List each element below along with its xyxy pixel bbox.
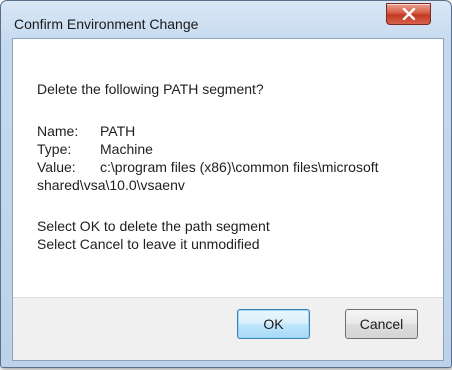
close-icon bbox=[402, 8, 415, 20]
value-label: Value: bbox=[37, 159, 76, 175]
question-text: Delete the following PATH segment? bbox=[37, 81, 264, 97]
name-value: PATH bbox=[100, 123, 136, 139]
type-value: Machine bbox=[100, 141, 153, 157]
dialog-window: Confirm Environment Change Delete the fo… bbox=[0, 0, 452, 368]
cancel-hint-text: Select Cancel to leave it unmodified bbox=[37, 236, 260, 252]
dialog-title: Confirm Environment Change bbox=[14, 16, 199, 32]
cancel-button[interactable]: Cancel bbox=[345, 309, 418, 339]
dialog-body: Delete the following PATH segment? Name:… bbox=[12, 38, 444, 361]
close-button[interactable] bbox=[386, 3, 431, 25]
value-text-line1: c:\program files (x86)\common files\micr… bbox=[100, 159, 379, 175]
ok-button[interactable]: OK bbox=[237, 309, 310, 339]
title-bar[interactable]: Confirm Environment Change bbox=[1, 1, 451, 31]
message-area: Delete the following PATH segment? Name:… bbox=[13, 39, 443, 297]
type-label: Type: bbox=[37, 141, 72, 157]
name-label: Name: bbox=[37, 123, 79, 139]
ok-hint-text: Select OK to delete the path segment bbox=[37, 218, 270, 234]
value-text-line2: shared\vsa\10.0\vsaenv bbox=[37, 177, 185, 193]
